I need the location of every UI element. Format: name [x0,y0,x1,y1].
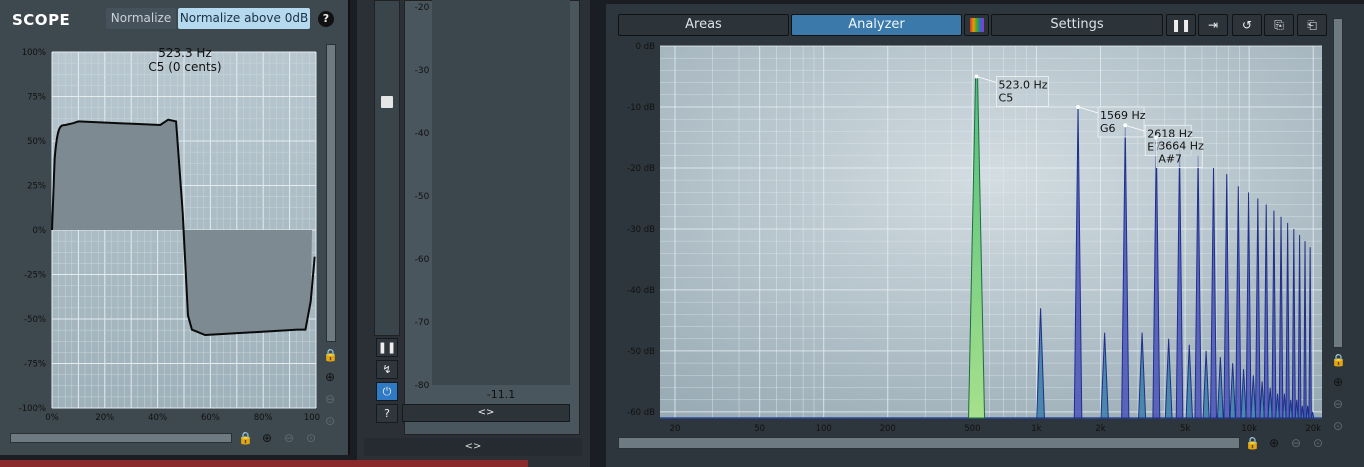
analyzer-peak-frequency: 523.0 Hz [999,78,1048,91]
zoom-reset-icon[interactable]: ⊙ [304,431,318,445]
skip-end-icon[interactable]: ⇥ [1198,14,1228,36]
analyzer-y-tick: -40 dB [627,286,655,296]
analyzer-x-tick: 20 [670,424,681,434]
analyzer-y-tick: -50 dB [627,347,655,357]
lock-icon[interactable]: 🔒 [1245,436,1260,450]
scope-x-tick: 0% [45,413,59,423]
scope-x-tick: 100% [304,413,320,423]
scope-readout-frequency: 523.3 Hz [158,46,212,60]
analyzer-peak-note: C5 [999,91,1014,104]
analyzer-horizontal-scrollbar[interactable] [618,437,1240,449]
scope-y-tick: -50% [24,315,46,325]
pause-button[interactable]: ❚❚ [376,338,398,357]
analyzer-x-tick: 10k [1241,424,1257,434]
level-meter-bar [432,0,570,385]
zoom-out-icon[interactable]: ⊖ [1331,397,1345,411]
meter-tick-label: -20 [414,3,430,13]
help-icon[interactable]: ? [318,11,334,27]
analyzer-peak-frequency: 3664 Hz [1158,139,1204,152]
scope-y-tick: 50% [27,137,46,147]
scope-readout: 523.3 Hz C5 (0 cents) [130,46,240,74]
zoom-reset-icon[interactable]: ⊙ [1331,419,1345,433]
tab-analyzer[interactable]: Analyzer [791,14,962,36]
analyzer-x-tick: 200 [880,424,896,434]
scope-x-tick: 80% [254,413,273,423]
meter-side-strip [374,0,400,336]
help-icon[interactable]: ? [376,404,398,423]
zoom-out-icon[interactable]: ⊖ [323,392,337,406]
analyzer-y-tick: -10 dB [627,103,655,113]
zoom-out-icon[interactable]: ⊖ [1289,436,1303,450]
palette-icon [969,18,984,32]
meter-mode-icon[interactable] [381,96,393,108]
meter-tick-label: -40 [414,129,430,139]
zoom-reset-icon[interactable]: ⊙ [1311,436,1325,450]
bottom-status-bar [0,460,528,467]
scope-panel: SCOPE Normalize Normalize above 0dB ? 10… [0,0,350,455]
scope-waveform-plot: 100%75%50%25%0%-25%-50%-75%-100%0% 20% 40%… [19,48,320,423]
scope-waveform-fill-positive [52,119,183,230]
scope-y-tick: 100% [22,48,46,58]
scope-horizontal-scrollbar[interactable] [10,433,232,443]
analyzer-y-tick: -60 dB [627,408,655,418]
scope-y-tick: 75% [27,93,46,103]
meter-tick-label: -60 [414,255,430,265]
lock-icon[interactable]: 🔒 [238,431,253,445]
analyzer-x-tick: 20k [1305,424,1321,434]
pause-button[interactable]: ❚❚ [1166,14,1196,36]
scope-y-tick: -100% [19,404,46,414]
analyzer-y-tick: -30 dB [627,225,655,235]
analyzer-y-tick: 0 dB [636,42,656,52]
scope-title: SCOPE [12,11,71,29]
zoom-out-icon[interactable]: ⊖ [282,431,296,445]
color-palette-button[interactable] [964,14,989,36]
zoom-in-icon[interactable]: ⊕ [1267,436,1281,450]
panel-expand-button[interactable]: <> [364,438,582,456]
scope-y-tick: 25% [27,182,46,192]
analyzer-y-tick: -20 dB [627,164,655,174]
analyzer-x-tick: 50 [754,424,765,434]
normalize-above-0db-button[interactable]: Normalize above 0dB [178,8,310,29]
zoom-reset-icon[interactable]: ⊙ [323,414,337,428]
meter-value: -11.1 [486,388,516,401]
meter-tick-label: -80 [414,381,430,391]
zoom-in-icon[interactable]: ⊕ [260,431,274,445]
meter-expand-button[interactable]: <> [402,404,570,422]
undo-icon[interactable]: ↺ [1232,14,1262,36]
meter-tick-label: -30 [414,66,430,76]
lock-icon[interactable]: 🔒 [323,348,338,362]
scope-y-tick: 0% [33,226,47,236]
scope-y-tick: -25% [24,271,46,281]
analyzer-x-tick: 2k [1095,424,1105,434]
scope-y-tick: -75% [24,360,46,370]
scope-vertical-scrollbar[interactable] [326,44,336,342]
tab-settings[interactable]: Settings [991,14,1163,36]
scope-x-tick: 20% [95,413,114,423]
freeze-button[interactable]: ↯ [376,360,398,379]
lock-icon[interactable]: 🔒 [1331,353,1346,367]
meter-tick-label: -70 [414,318,430,328]
meter-tick-label: -50 [414,192,430,202]
scope-waveform-fill-negative [182,230,313,336]
normalize-button[interactable]: Normalize [106,8,176,29]
analyzer-x-tick: 5k [1180,424,1190,434]
spectrum-analyzer-plot: 0 dB -10 dB -20 dB -30 dB -40 dB -50 dB -60 dB… [627,42,1322,434]
analyzer-peak-note: G6 [1100,122,1116,135]
tab-areas[interactable]: Areas [618,14,789,36]
analyzer-x-tick: 1k [1031,424,1041,434]
copy-icon[interactable]: ⎘ [1264,14,1294,36]
scope-x-tick: 60% [201,413,220,423]
analyzer-x-tick: 500 [964,424,980,434]
scope-readout-note: C5 (0 cents) [148,60,222,74]
scope-x-tick: 40% [148,413,167,423]
analyzer-peak-frequency: 1569 Hz [1100,109,1146,122]
power-button[interactable]: ⏻ [376,382,398,401]
analyzer-x-tick: 100 [816,424,832,434]
paste-icon[interactable]: ⎗ [1297,14,1327,36]
analyzer-vertical-scrollbar[interactable] [1333,18,1343,348]
zoom-in-icon[interactable]: ⊕ [1331,375,1345,389]
analyzer-peak-note: A#7 [1158,152,1182,165]
zoom-in-icon[interactable]: ⊕ [323,370,337,384]
